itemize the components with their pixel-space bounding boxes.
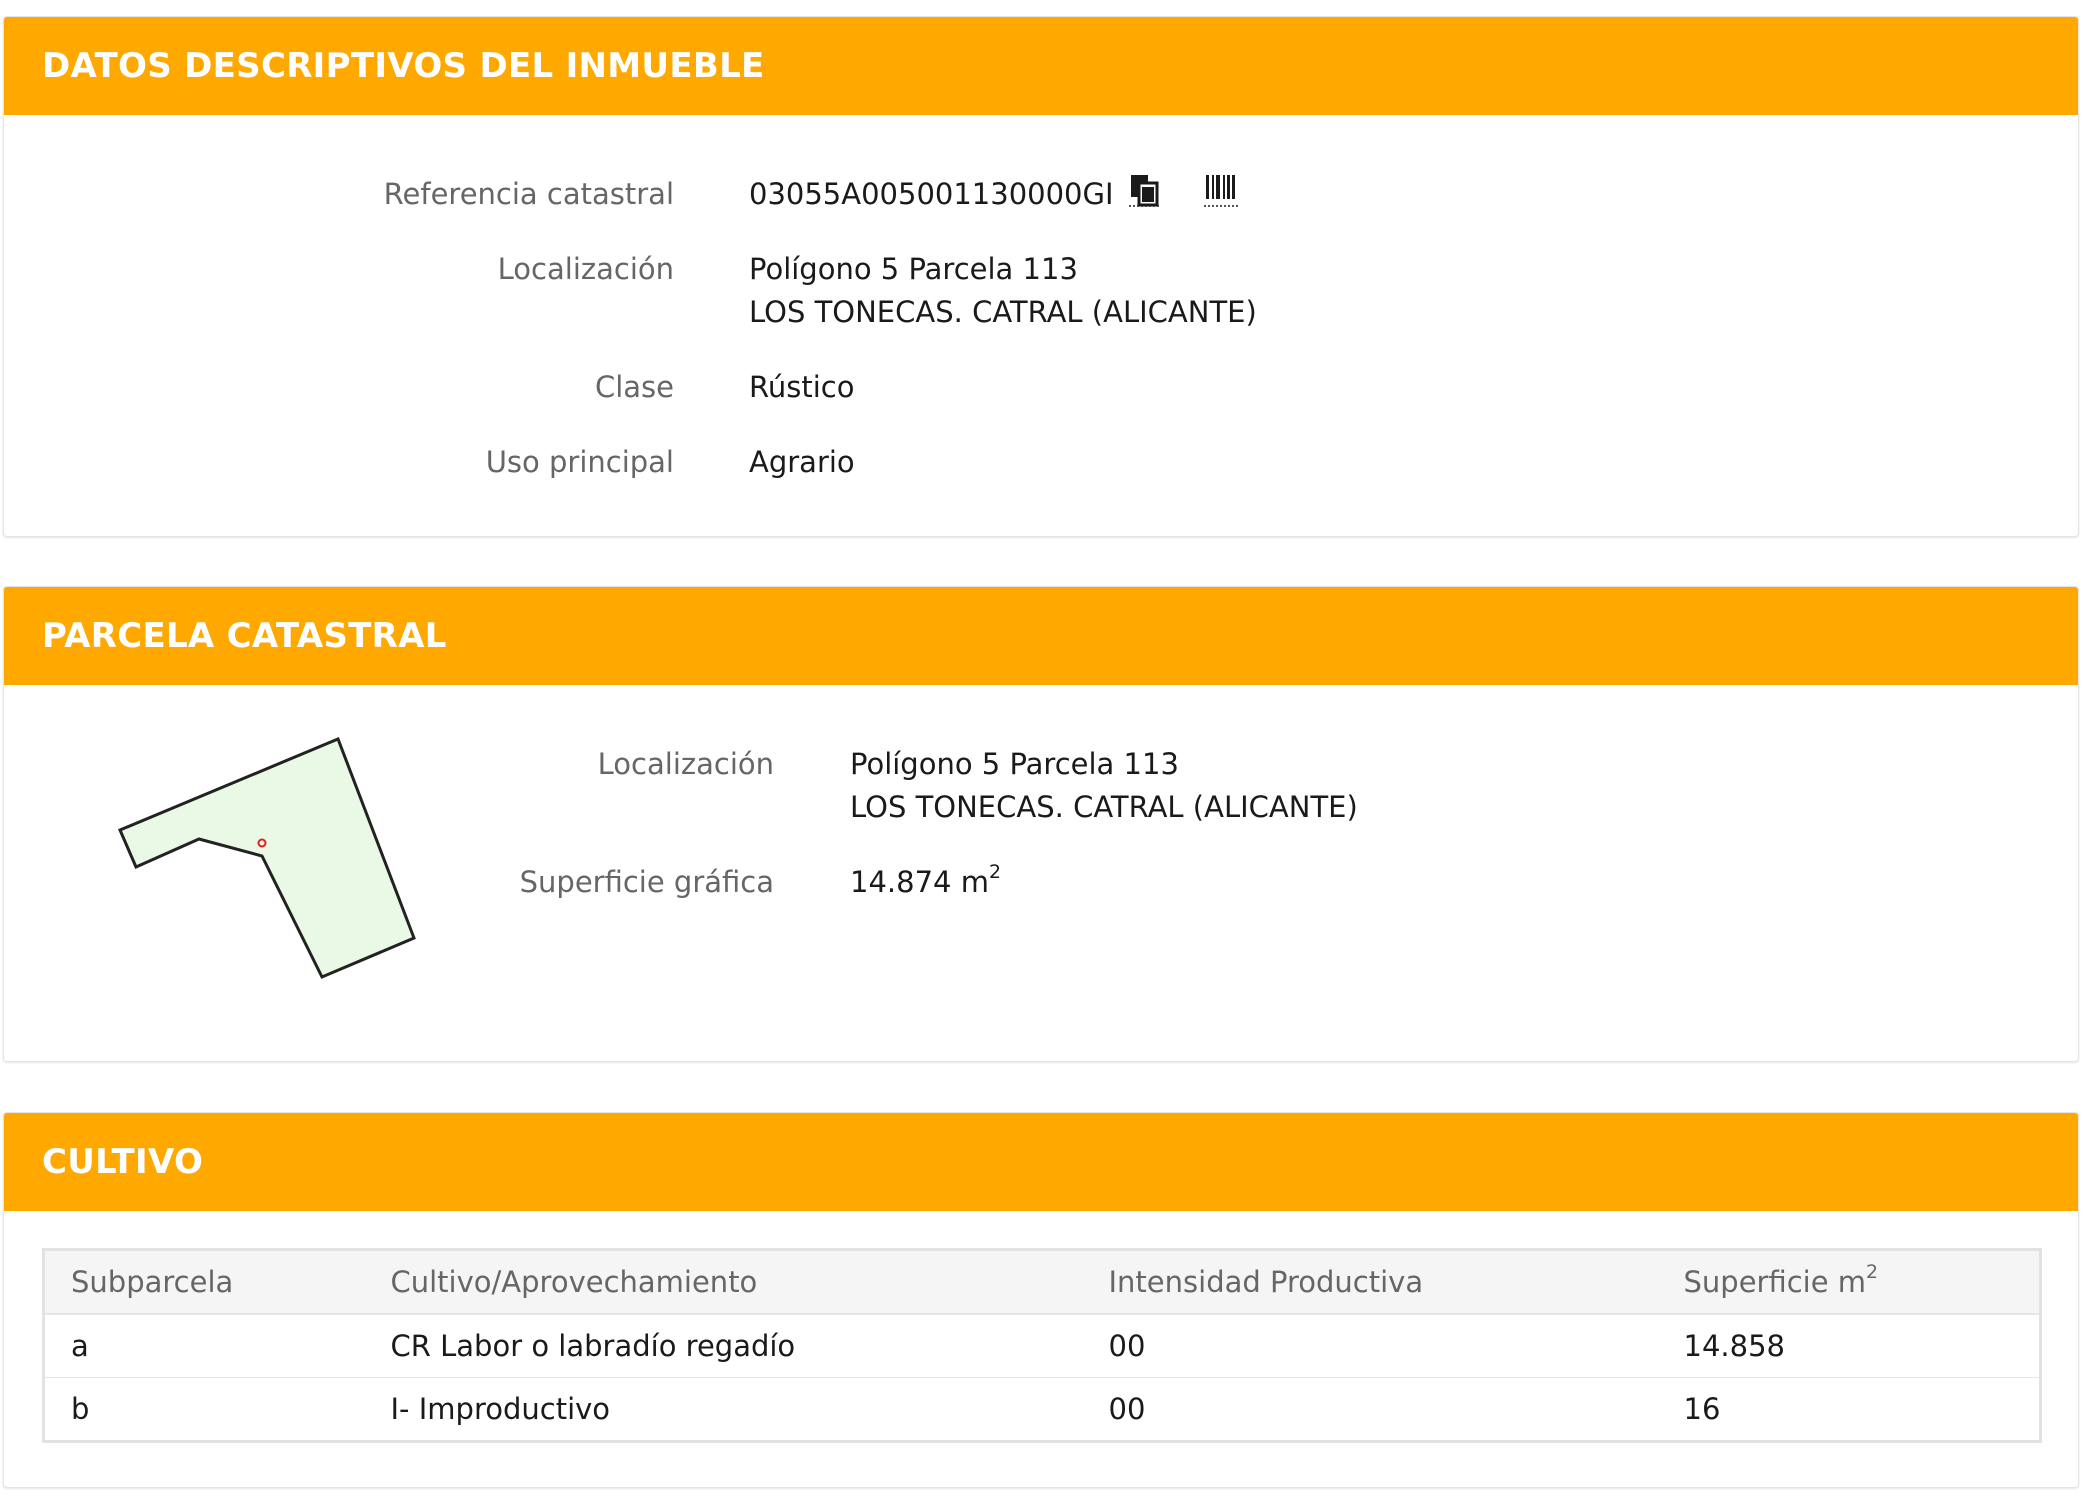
referencia-text: 03055A005001130000GI [749,177,1114,211]
header-superficie-sup: 2 [1866,1261,1879,1283]
datos-descriptivos-panel: DATOS DESCRIPTIVOS DEL INMUEBLE Referenc… [3,16,2079,537]
localizacion-line1: Polígono 5 Parcela 113 [749,252,1078,286]
header-superficie: Superficie m2 [1657,1249,2041,1315]
uso-principal-value: Agrario [749,445,855,479]
cell-subparcela: b [43,1377,365,1442]
cell-intensidad: 00 [1082,1313,1658,1378]
cell-intensidad: 00 [1082,1377,1658,1442]
parcela-catastral-title: PARCELA CATASTRAL [4,587,2078,685]
superficie-grafica-label: Superficie gráfica [519,865,774,899]
uso-principal-label: Uso principal [485,445,674,479]
datos-descriptivos-title: DATOS DESCRIPTIVOS DEL INMUEBLE [4,17,2078,115]
table-header-row: Subparcela Cultivo/Aprovechamiento Inten… [43,1249,2041,1315]
header-intensidad: Intensidad Productiva [1082,1249,1658,1315]
parcela-localizacion-line2: LOS TONECAS. CATRAL (ALICANTE) [850,790,1358,824]
cultivo-panel: CULTIVO Subparcela Cultivo/Aprovechamien… [3,1112,2079,1488]
cell-subparcela: a [43,1313,365,1378]
header-cultivo: Cultivo/Aprovechamiento [364,1249,1083,1315]
cultivo-table: Subparcela Cultivo/Aprovechamiento Inten… [42,1248,2042,1443]
cell-cultivo: CR Labor o labradío regadío [364,1313,1083,1378]
superficie-grafica-value: 14.874 m2 [850,861,1001,904]
cell-cultivo: I- Improductivo [364,1377,1083,1442]
parcela-catastral-panel: PARCELA CATASTRAL Localización Polígono … [3,586,2079,1062]
cell-superficie: 14.858 [1657,1313,2041,1378]
header-superficie-text: Superficie m [1683,1265,1867,1299]
localizacion-label: Localización [497,252,674,286]
referencia-label: Referencia catastral [383,177,674,211]
clase-label: Clase [594,370,674,404]
table-row: a CR Labor o labradío regadío 00 14.858 [43,1313,2041,1378]
localizacion-line2: LOS TONECAS. CATRAL (ALICANTE) [749,295,1257,329]
superficie-grafica-text: 14.874 m [850,865,989,899]
copy-icon[interactable] [1128,173,1161,219]
superficie-grafica-sup: 2 [988,861,1001,883]
barcode-icon[interactable] [1203,173,1238,219]
parcela-localizacion-label: Localización [597,747,774,781]
table-row: b I- Improductivo 00 16 [43,1377,2041,1442]
referencia-value: 03055A005001130000GI [749,173,1238,219]
clase-value: Rústico [749,370,855,404]
cultivo-title: CULTIVO [4,1113,2078,1211]
header-subparcela: Subparcela [43,1249,365,1315]
parcela-localizacion-line1: Polígono 5 Parcela 113 [850,747,1179,781]
cell-superficie: 16 [1657,1377,2041,1442]
